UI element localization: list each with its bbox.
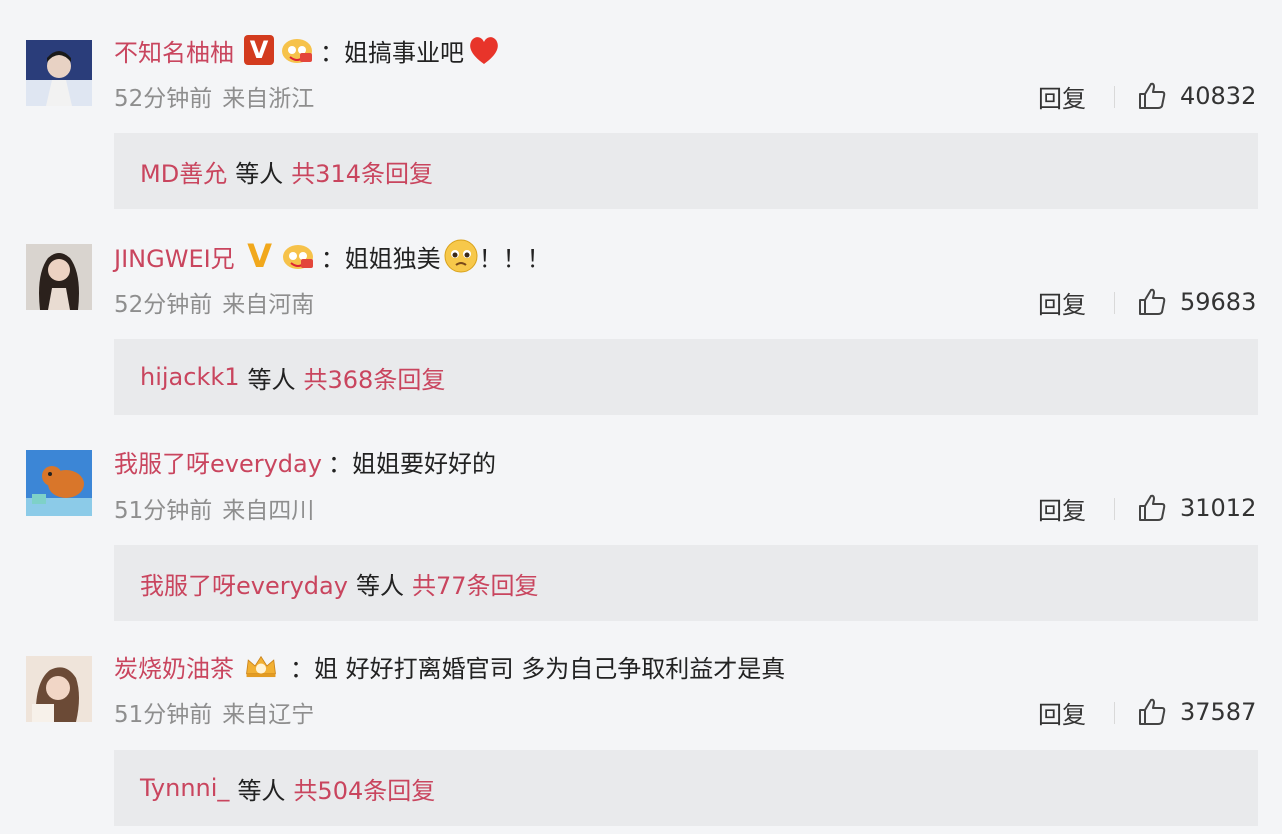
like-button[interactable]: 40832 [1136, 79, 1256, 113]
like-count: 40832 [1180, 82, 1257, 110]
comment-text: 姐 好好打离婚官司 多为自己争取利益才是真 [314, 654, 786, 683]
reply-username[interactable]: hijackk1 [140, 363, 240, 391]
like-count: 37587 [1180, 698, 1257, 726]
heart-icon [466, 32, 502, 68]
reply-count[interactable]: 共77条回复 [412, 566, 539, 601]
reply-connector: 等人 [355, 571, 404, 600]
fan-badge-icon [280, 35, 314, 65]
reply-button[interactable]: 回复 [1038, 80, 1086, 113]
avatar[interactable] [26, 450, 92, 516]
avatar[interactable] [26, 656, 92, 722]
reply-username[interactable]: MD善允 [140, 154, 227, 189]
like-count: 31012 [1180, 494, 1257, 522]
verified-icon: V [244, 35, 274, 65]
divider [1114, 498, 1115, 520]
avatar[interactable] [26, 244, 92, 310]
reply-button[interactable]: 回复 [1038, 286, 1086, 319]
comment-location: 来自四川 [222, 498, 315, 524]
reply-count[interactable]: 共368条回复 [304, 360, 446, 395]
colon: ： [320, 38, 344, 67]
comment-time: 52分钟前 [114, 86, 213, 112]
comment-time: 51分钟前 [114, 702, 213, 728]
colon: ： [327, 449, 352, 478]
colon: ： [320, 244, 345, 273]
like-button[interactable]: 59683 [1136, 285, 1256, 319]
comment-suffix: ！！！ [478, 244, 551, 273]
thumbs-up-icon [1139, 698, 1166, 725]
username[interactable]: 我服了呀everyday [114, 444, 322, 479]
reply-button[interactable]: 回复 [1038, 492, 1086, 525]
reply-username[interactable]: 我服了呀everyday [140, 566, 348, 601]
comment-location: 来自辽宁 [222, 702, 315, 728]
thumbs-up-icon [1139, 494, 1166, 521]
like-button[interactable]: 31012 [1136, 491, 1256, 525]
username[interactable]: 炭烧奶油茶 [114, 649, 234, 684]
username[interactable]: 不知名柚柚 [114, 33, 234, 68]
like-button[interactable]: 37587 [1136, 695, 1256, 729]
avatar[interactable] [26, 40, 92, 106]
reply-summary[interactable]: hijackk1 等人 共368条回复 [114, 339, 1258, 415]
divider [1114, 86, 1115, 108]
reply-count[interactable]: 共504条回复 [293, 771, 435, 806]
reply-connector: 等人 [237, 776, 286, 805]
verified-icon: V [247, 237, 273, 275]
divider [1114, 292, 1115, 314]
crown-badge-icon [244, 651, 284, 681]
comment-time: 52分钟前 [114, 292, 213, 318]
comment-text: 姐姐独美 [344, 244, 441, 273]
reply-summary[interactable]: MD善允 等人 共314条回复 [114, 133, 1258, 209]
reply-username[interactable]: Tynnni_ [140, 774, 229, 802]
reply-connector: 等人 [247, 365, 296, 394]
divider [1114, 702, 1115, 724]
thumbs-up-icon [1139, 82, 1166, 109]
username[interactable]: JINGWEI兄 [114, 239, 235, 274]
pleading-face-icon [443, 238, 479, 274]
like-count: 59683 [1180, 288, 1257, 316]
thumbs-up-icon [1139, 288, 1166, 315]
reply-button[interactable]: 回复 [1038, 696, 1086, 729]
comment-location: 来自浙江 [222, 86, 315, 112]
comment-text: 姐搞事业吧 [344, 38, 464, 67]
comment-location: 来自河南 [222, 292, 315, 318]
colon: ： [290, 654, 314, 683]
comment-text: 姐姐要好好的 [351, 449, 496, 478]
reply-connector: 等人 [235, 159, 284, 188]
comment-time: 51分钟前 [114, 498, 213, 524]
fan-badge-icon [281, 241, 315, 271]
reply-count[interactable]: 共314条回复 [291, 154, 433, 189]
reply-summary[interactable]: Tynnni_ 等人 共504条回复 [114, 750, 1258, 826]
reply-summary[interactable]: 我服了呀everyday 等人 共77条回复 [114, 545, 1258, 621]
